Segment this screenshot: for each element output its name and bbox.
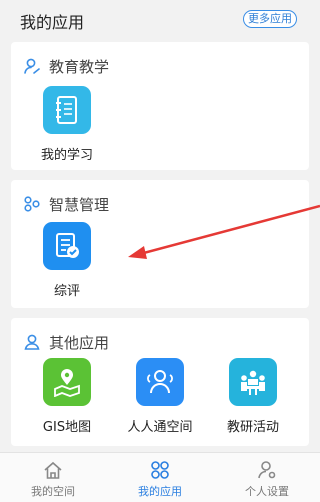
annotation-arrow (128, 204, 320, 259)
